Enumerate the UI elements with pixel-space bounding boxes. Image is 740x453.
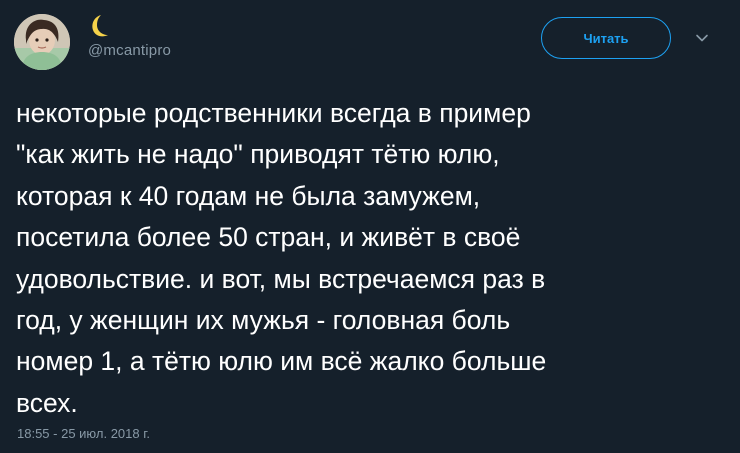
tweet-text: некоторые родственники всегда в пример "… [16, 93, 728, 424]
author-handle[interactable]: @mcantipro [88, 42, 171, 59]
tweet-text-line: год, у женщин их мужья - головная боль [16, 305, 511, 336]
follow-button[interactable]: Читать [541, 17, 671, 59]
crescent-moon-icon [92, 15, 108, 37]
avatar-image [14, 14, 70, 70]
tweet-text-line: посетила более 50 стран, и живёт в своё [16, 222, 521, 253]
tweet-card: @mcantipro Читать некоторые родственники… [0, 0, 740, 453]
tweet-text-line: которая к 40 годам не была замужем, [16, 180, 481, 211]
tweet-text-line: удовольствие. и вот, мы встречаемся раз … [16, 263, 546, 294]
chevron-down-icon[interactable] [694, 30, 710, 46]
tweet-text-line: некоторые родственники всегда в пример [16, 98, 531, 128]
tweet-timestamp[interactable]: 18:55 - 25 июл. 2018 г. [17, 426, 150, 441]
tweet-text-line: "как жить не надо" приводят тётю юлю, [16, 139, 500, 170]
avatar[interactable] [14, 14, 70, 70]
display-name[interactable] [88, 12, 112, 40]
tweet-text-line: всех. [16, 387, 78, 418]
tweet-text-line: номер 1, а тётю юлю им всё жалко больше [16, 346, 547, 377]
